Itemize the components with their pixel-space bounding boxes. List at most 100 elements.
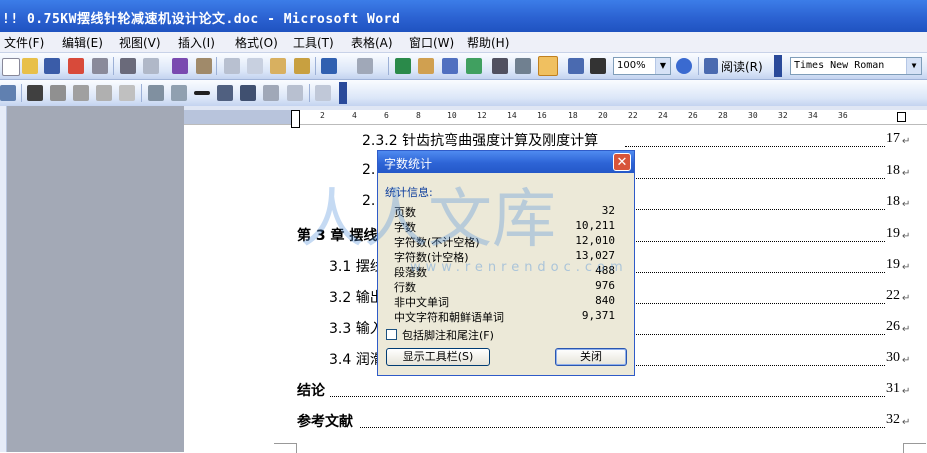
font-value: Times New Roman bbox=[794, 60, 885, 71]
columns-icon[interactable] bbox=[492, 58, 508, 74]
zoom-select[interactable]: 100% ▼ bbox=[613, 57, 671, 75]
ruler-tick: 26 bbox=[688, 111, 698, 120]
color-icon[interactable] bbox=[50, 85, 66, 101]
picture-icon[interactable] bbox=[0, 85, 16, 101]
toolbar-options-icon[interactable] bbox=[774, 55, 782, 77]
hyperlink-icon[interactable] bbox=[395, 58, 411, 74]
toolbar-options-icon[interactable] bbox=[339, 82, 347, 104]
undo-icon[interactable] bbox=[321, 58, 337, 74]
indent-marker[interactable] bbox=[291, 110, 300, 128]
spelling-icon[interactable] bbox=[172, 58, 188, 74]
drawing-icon[interactable] bbox=[515, 58, 531, 74]
read-mode-icon[interactable] bbox=[704, 58, 718, 74]
checkbox-label[interactable]: 包括脚注和尾注(F) bbox=[402, 327, 494, 343]
rotate-icon[interactable] bbox=[171, 85, 187, 101]
menu-table[interactable]: 表格(A) bbox=[351, 34, 393, 51]
window-title: !! 0.75KW摆线针轮减速机设计论文.doc - Microsoft Wor… bbox=[2, 12, 401, 27]
paragraph-mark-icon: ↵ bbox=[902, 324, 911, 335]
contrast-icon[interactable] bbox=[73, 85, 89, 101]
menu-window[interactable]: 窗口(W) bbox=[409, 34, 454, 51]
research-icon[interactable] bbox=[196, 58, 212, 74]
insert-table-icon[interactable] bbox=[442, 58, 458, 74]
paragraph-mark-icon: ↵ bbox=[902, 168, 911, 179]
toc-leader bbox=[625, 146, 885, 147]
print-icon[interactable] bbox=[120, 58, 136, 74]
toolbar-separator bbox=[315, 57, 316, 75]
chevron-down-icon[interactable]: ▼ bbox=[655, 58, 670, 74]
paragraph-mark-icon[interactable] bbox=[590, 58, 606, 74]
chevron-down-icon[interactable]: ▼ bbox=[906, 58, 921, 74]
cut-icon[interactable] bbox=[224, 58, 240, 74]
ruler-tick: 24 bbox=[658, 111, 668, 120]
toc-entry[interactable]: 3.4 润滑 bbox=[329, 349, 384, 369]
ruler-tick: 16 bbox=[537, 111, 547, 120]
format-picture-icon[interactable] bbox=[263, 85, 279, 101]
line-style-icon[interactable] bbox=[194, 91, 210, 95]
toc-entry[interactable]: 结论 bbox=[297, 380, 325, 400]
save-icon[interactable] bbox=[44, 58, 60, 74]
paragraph-mark-icon: ↵ bbox=[902, 231, 911, 242]
document-map-icon[interactable] bbox=[538, 56, 558, 76]
menu-help[interactable]: 帮助(H) bbox=[467, 34, 509, 51]
preview-icon[interactable] bbox=[143, 58, 159, 74]
close-button[interactable]: 关闭 bbox=[555, 348, 627, 366]
reset-picture-icon[interactable] bbox=[315, 85, 331, 101]
toc-entry[interactable]: 3.3 输入 bbox=[329, 318, 384, 338]
menu-edit[interactable]: 编辑(E) bbox=[62, 34, 103, 51]
ruler-tick: 10 bbox=[447, 111, 457, 120]
transparent-color-icon[interactable] bbox=[287, 85, 303, 101]
menu-view[interactable]: 视图(V) bbox=[119, 34, 161, 51]
right-indent-marker[interactable] bbox=[897, 112, 906, 122]
toc-leader bbox=[636, 303, 885, 304]
read-mode-label[interactable]: 阅读(R) bbox=[721, 58, 763, 75]
menu-tools[interactable]: 工具(T) bbox=[293, 34, 334, 51]
insert-excel-icon[interactable] bbox=[466, 58, 482, 74]
help-icon[interactable] bbox=[676, 58, 692, 74]
toc-page: 18 bbox=[886, 194, 900, 209]
toc-entry[interactable]: 参考文献 bbox=[297, 411, 353, 431]
text-wrap-icon[interactable] bbox=[240, 85, 256, 101]
show-toolbar-button[interactable]: 显示工具栏(S) bbox=[386, 348, 490, 366]
permission-icon[interactable] bbox=[68, 58, 84, 74]
toc-leader bbox=[636, 334, 885, 335]
toc-entry[interactable]: 3.2 输出 bbox=[329, 287, 384, 307]
toc-page: 18 bbox=[886, 163, 900, 178]
toolbar-separator bbox=[309, 84, 310, 102]
tables-borders-icon[interactable] bbox=[418, 58, 434, 74]
copy-icon[interactable] bbox=[247, 58, 263, 74]
close-icon[interactable]: ✕ bbox=[613, 153, 631, 171]
drawing-toolbar bbox=[0, 80, 927, 107]
crop-icon[interactable] bbox=[148, 85, 164, 101]
brightness-down-icon[interactable] bbox=[119, 85, 135, 101]
toc-page: 32 bbox=[886, 412, 900, 427]
ruler-tick: 22 bbox=[628, 111, 638, 120]
toc-page: 31 bbox=[886, 381, 900, 396]
toc-leader bbox=[636, 365, 885, 366]
toc-page: 17 bbox=[886, 131, 900, 146]
menu-file[interactable]: 文件(F) bbox=[4, 34, 44, 51]
toc-page: 26 bbox=[886, 319, 900, 334]
toc-entry[interactable]: 2.3.2 针齿抗弯曲强度计算及刚度计算 bbox=[362, 130, 598, 150]
paste-icon[interactable] bbox=[270, 58, 286, 74]
menu-bar: 文件(F) 编辑(E) 视图(V) 插入(I) 格式(O) 工具(T) 表格(A… bbox=[0, 32, 927, 53]
toc-page: 22 bbox=[886, 288, 900, 303]
show-hide-icon[interactable] bbox=[568, 58, 584, 74]
new-document-icon[interactable] bbox=[2, 58, 20, 76]
include-footnotes-checkbox[interactable] bbox=[386, 329, 397, 340]
menu-insert[interactable]: 插入(I) bbox=[178, 34, 215, 51]
paragraph-mark-icon: ↵ bbox=[902, 417, 911, 428]
brightness-icon[interactable] bbox=[96, 85, 112, 101]
redo-icon[interactable] bbox=[357, 58, 373, 74]
paragraph-mark-icon: ↵ bbox=[902, 136, 911, 147]
format-painter-icon[interactable] bbox=[294, 58, 310, 74]
toc-leader bbox=[636, 241, 885, 242]
font-select[interactable]: Times New Roman ▼ bbox=[790, 57, 922, 75]
print-preview-icon[interactable] bbox=[92, 58, 108, 74]
toc-page: 19 bbox=[886, 226, 900, 241]
ruler-tick: 14 bbox=[507, 111, 517, 120]
title-bar: !! 0.75KW摆线针轮减速机设计论文.doc - Microsoft Wor… bbox=[0, 0, 927, 32]
compress-icon[interactable] bbox=[217, 85, 233, 101]
menu-format[interactable]: 格式(O) bbox=[235, 34, 278, 51]
insert-picture-icon[interactable] bbox=[27, 85, 43, 101]
open-folder-icon[interactable] bbox=[22, 58, 38, 74]
